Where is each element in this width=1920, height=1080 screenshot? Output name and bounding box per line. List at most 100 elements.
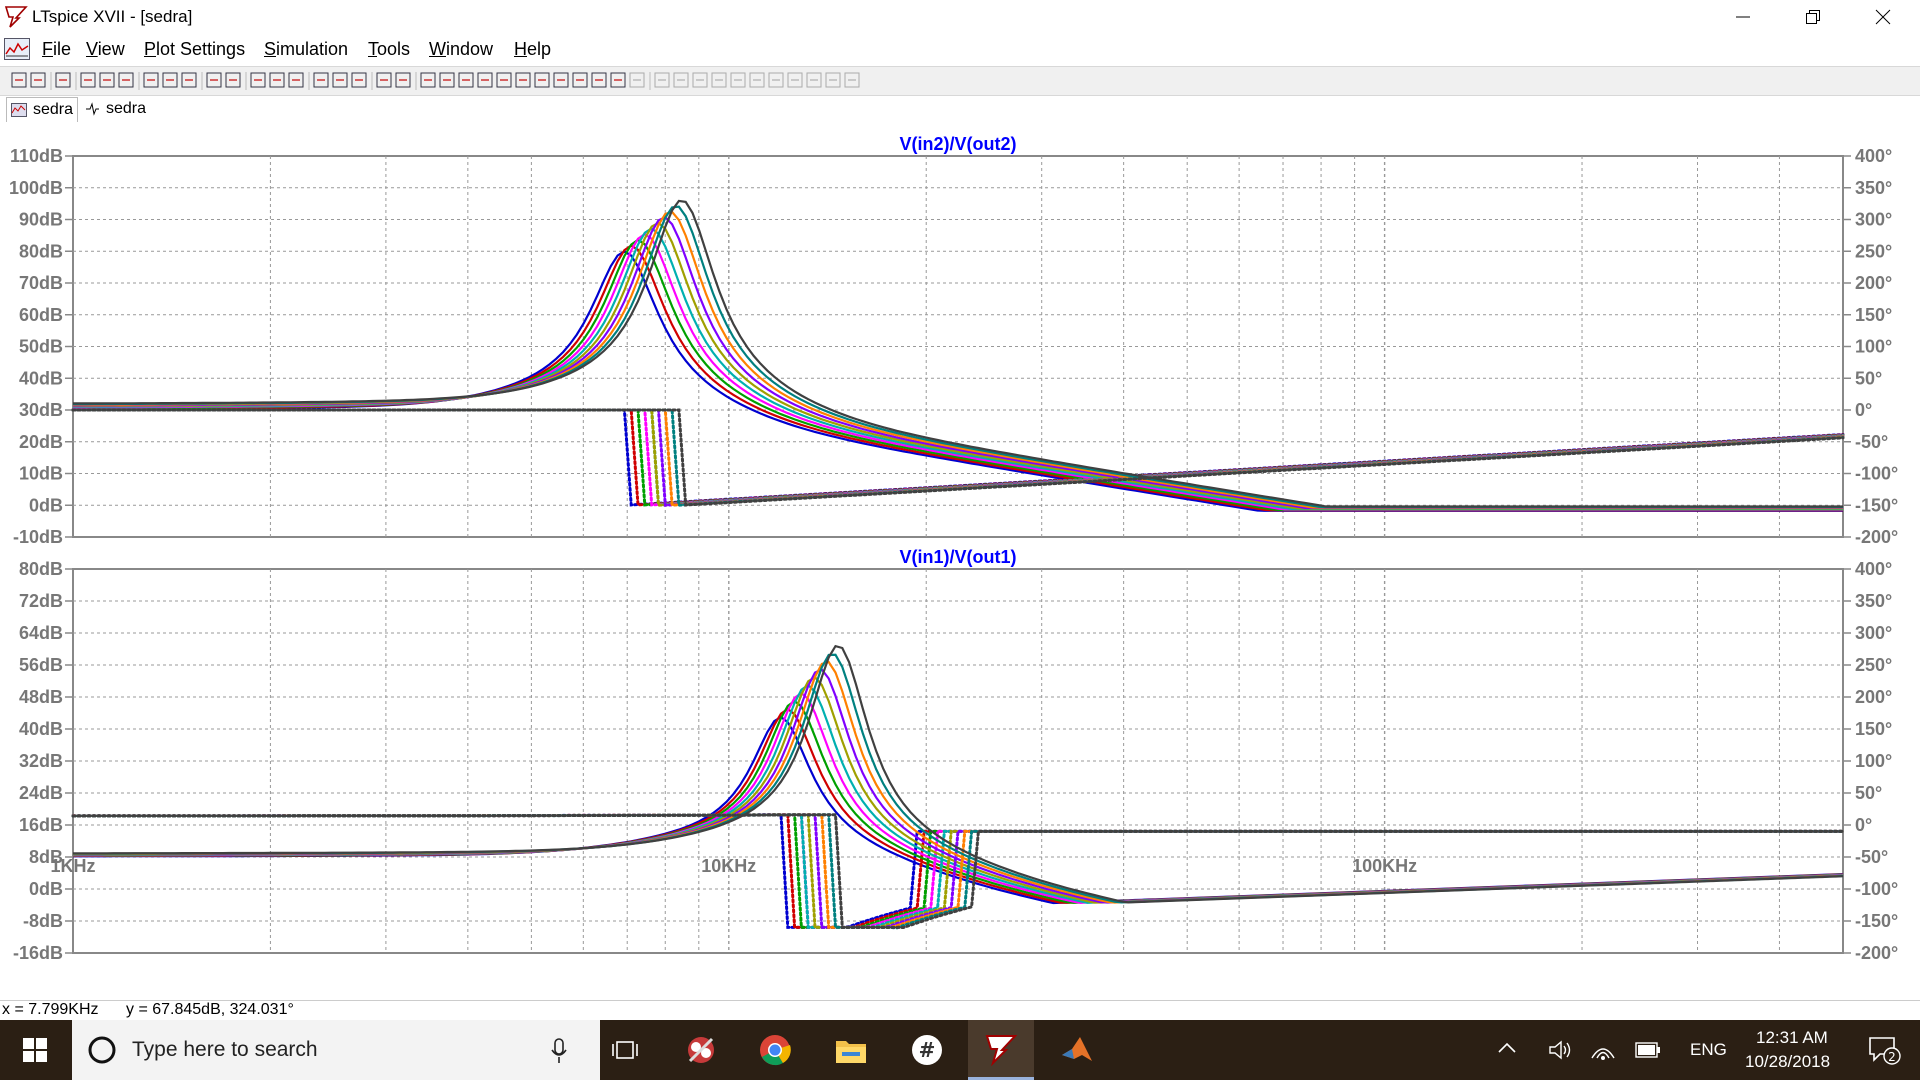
toolbar-button-9[interactable]: [181, 72, 197, 88]
left-tick-label: 72dB: [19, 591, 63, 611]
toolbar-button-32[interactable]: [654, 72, 670, 88]
right-tick-label: 50°: [1855, 368, 1882, 388]
toolbar-button-3[interactable]: [55, 72, 71, 88]
toolbar-button-34[interactable]: [692, 72, 708, 88]
plot-title[interactable]: V(in1)/V(out1): [900, 547, 1017, 567]
matlab-button[interactable]: [1044, 1020, 1110, 1080]
toolbar-button-4[interactable]: [80, 72, 96, 88]
plot-pane-1[interactable]: V(in2)/V(out2) 110dB 400° 100dB 350° 90dB 300°…: [9, 134, 1898, 547]
menu-tools[interactable]: Tools: [368, 39, 410, 60]
toolbar-button-33[interactable]: [673, 72, 689, 88]
plot-title[interactable]: V(in2)/V(out2): [900, 134, 1017, 154]
toolbar-button-15[interactable]: [313, 72, 329, 88]
menu-file[interactable]: File: [42, 39, 71, 60]
windows-logo-icon: [23, 1038, 47, 1062]
right-tick-label: 100°: [1855, 337, 1892, 357]
right-tick-label: -50°: [1855, 432, 1888, 452]
task-view-button[interactable]: [592, 1020, 658, 1080]
toolbar-button-23[interactable]: [477, 72, 493, 88]
toolbar-button-16[interactable]: [332, 72, 348, 88]
file-explorer-button[interactable]: [818, 1020, 884, 1080]
toolbar-button-1[interactable]: [11, 72, 27, 88]
close-button[interactable]: [1860, 0, 1906, 34]
toolbar-button-37[interactable]: [749, 72, 765, 88]
chrome-icon: [760, 1035, 791, 1066]
toolbar-button-2[interactable]: [30, 72, 46, 88]
right-tick-label: 200°: [1855, 273, 1892, 293]
toolbar-button-10[interactable]: [206, 72, 222, 88]
toolbar-button-7[interactable]: [143, 72, 159, 88]
microphone-icon[interactable]: [550, 1038, 568, 1064]
plot-pane-2[interactable]: V(in1)/V(out1) 80dB 400° 72dB 350° 64dB 300° 56…: [13, 547, 1898, 963]
toolbar-button-12[interactable]: [250, 72, 266, 88]
left-tick-label: 0dB: [29, 495, 63, 515]
menu-help[interactable]: Help: [514, 39, 551, 60]
slack-button[interactable]: #: [894, 1020, 960, 1080]
toolbar-button-40[interactable]: [806, 72, 822, 88]
toolbar-button-30[interactable]: [610, 72, 626, 88]
start-button[interactable]: [0, 1020, 70, 1080]
language-indicator[interactable]: ENG: [1690, 1040, 1727, 1060]
toolbar-button-27[interactable]: [553, 72, 569, 88]
left-tick-label: -10dB: [13, 527, 63, 547]
left-tick-label: 60dB: [19, 305, 63, 325]
clock-time[interactable]: 12:31 AM: [1756, 1028, 1828, 1048]
toolbar-button-19[interactable]: [395, 72, 411, 88]
clock-date[interactable]: 10/28/2018: [1745, 1052, 1830, 1072]
menu-simulation[interactable]: Simulation: [264, 39, 348, 60]
toolbar-button-42[interactable]: [844, 72, 860, 88]
left-tick-label: 40dB: [19, 719, 63, 739]
bode-plots[interactable]: V(in2)/V(out2) 110dB 400° 100dB 350° 90dB 300°…: [0, 124, 1920, 1000]
toolbar-button-31[interactable]: [629, 72, 645, 88]
tab-sedra-schematic[interactable]: sedra: [82, 97, 162, 121]
right-tick-label: 0°: [1855, 815, 1872, 835]
toolbar-button-28[interactable]: [572, 72, 588, 88]
toolbar-button-29[interactable]: [591, 72, 607, 88]
toolbar-button-22[interactable]: [458, 72, 474, 88]
tab-sedra-waveform[interactable]: sedra: [6, 97, 78, 122]
minimize-icon: [1736, 16, 1750, 18]
notification-icon[interactable]: 2: [1868, 1036, 1902, 1066]
toolbar-button-8[interactable]: [162, 72, 178, 88]
toolbar-button-26[interactable]: [534, 72, 550, 88]
toolbar-button-13[interactable]: [269, 72, 285, 88]
toolbar-button-35[interactable]: [711, 72, 727, 88]
toolbar-button-17[interactable]: [351, 72, 367, 88]
snipping-tool-button[interactable]: [668, 1020, 734, 1080]
toolbar-button-24[interactable]: [496, 72, 512, 88]
waveform-doc-icon[interactable]: [4, 38, 30, 60]
menu-view[interactable]: View: [86, 39, 125, 60]
chrome-button[interactable]: [742, 1020, 808, 1080]
folder-icon: [836, 1041, 866, 1063]
right-tick-label: 400°: [1855, 146, 1892, 166]
search-box[interactable]: Type here to search: [72, 1020, 600, 1080]
wifi-icon[interactable]: [1590, 1038, 1616, 1062]
toolbar-button-38[interactable]: [768, 72, 784, 88]
restore-button[interactable]: [1790, 0, 1836, 34]
toolbar-button-39[interactable]: [787, 72, 803, 88]
ltspice-button[interactable]: [968, 1020, 1034, 1080]
toolbar-button-20[interactable]: [420, 72, 436, 88]
toolbar-button-6[interactable]: [118, 72, 134, 88]
volume-icon[interactable]: [1548, 1038, 1574, 1062]
toolbar-button-21[interactable]: [439, 72, 455, 88]
document-tabs: sedra sedra: [0, 97, 1920, 123]
left-tick-label: -16dB: [13, 943, 63, 963]
right-tick-label: 200°: [1855, 687, 1892, 707]
right-tick-label: 100°: [1855, 751, 1892, 771]
minimize-button[interactable]: [1720, 0, 1766, 34]
toolbar-button-11[interactable]: [225, 72, 241, 88]
toolbar-button-18[interactable]: [376, 72, 392, 88]
toolbar-button-14[interactable]: [288, 72, 304, 88]
title-bar: LTspice XVII - [sedra]: [0, 0, 1920, 34]
notification-count: 2: [1888, 1050, 1896, 1064]
toolbar-button-25[interactable]: [515, 72, 531, 88]
toolbar-button-41[interactable]: [825, 72, 841, 88]
waveform-viewer[interactable]: V(in2)/V(out2) 110dB 400° 100dB 350° 90dB 300°…: [0, 124, 1920, 1000]
menu-window[interactable]: Window: [429, 39, 493, 60]
battery-icon[interactable]: [1635, 1042, 1661, 1058]
chevron-up-icon[interactable]: [1498, 1042, 1516, 1054]
menu-plot-settings[interactable]: Plot Settings: [144, 39, 245, 60]
toolbar-button-5[interactable]: [99, 72, 115, 88]
toolbar-button-36[interactable]: [730, 72, 746, 88]
